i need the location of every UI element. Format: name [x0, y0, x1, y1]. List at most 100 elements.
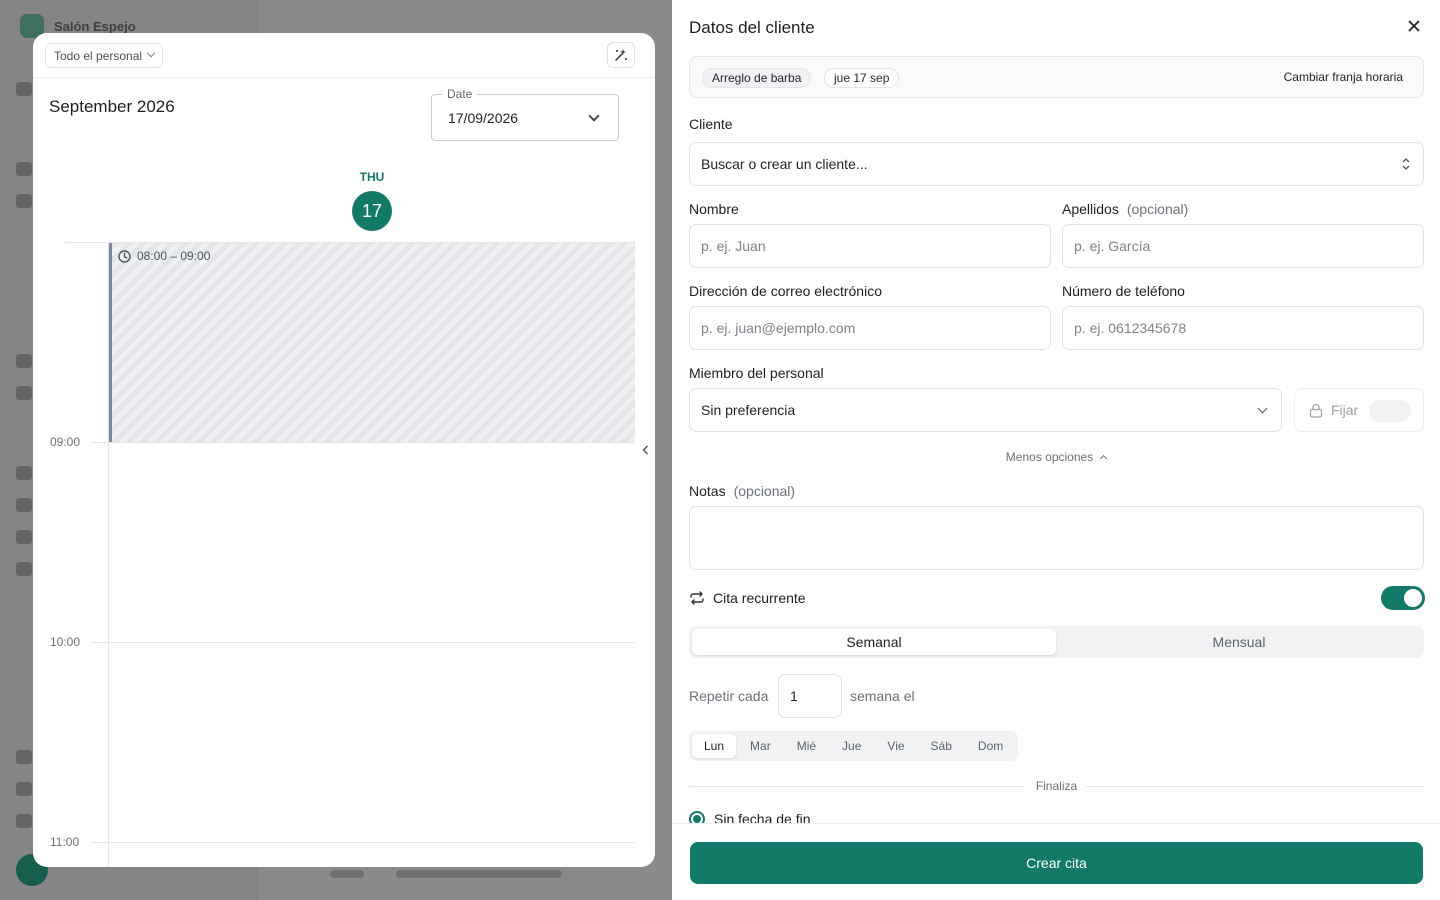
grid-tick [92, 642, 108, 643]
nav-icon [16, 814, 32, 828]
optional-hint: (opcional) [1126, 201, 1189, 217]
day-button-tue[interactable]: Mar [738, 734, 783, 758]
nav-icon [16, 82, 32, 96]
day-button-mon[interactable]: Lun [692, 734, 737, 758]
weekday-selector: Lun Mar Mié Jue Vie Sáb Dom [689, 731, 1019, 761]
last-name-input[interactable]: p. ej. García [1062, 224, 1424, 268]
tab-monthly[interactable]: Mensual [1057, 629, 1421, 655]
grid-line [108, 442, 635, 443]
ends-divider: Finaliza [689, 778, 1424, 794]
tab-weekly[interactable]: Semanal [692, 629, 1056, 655]
sparkle-button[interactable] [607, 42, 635, 68]
grid-line [108, 642, 635, 643]
client-search-placeholder: Buscar o crear un cliente... [701, 156, 868, 172]
day-weekday: THU [359, 170, 385, 184]
nav-icon [16, 750, 32, 764]
nav-icon [16, 354, 32, 368]
recurring-toggle[interactable] [1381, 586, 1425, 610]
day-button-fri[interactable]: Vie [875, 734, 916, 758]
repeat-interval-input[interactable]: 1 [778, 674, 842, 718]
month-title: September 2026 [49, 97, 175, 116]
notes-label: Notas (opcional) [689, 483, 795, 499]
chevron-down-icon [1257, 403, 1268, 414]
date-picker[interactable]: Date 17/09/2026 [431, 87, 619, 141]
divider [1086, 786, 1424, 787]
close-button[interactable] [1404, 16, 1424, 36]
notes-textarea[interactable] [689, 506, 1424, 570]
toggle-knob [1404, 589, 1422, 607]
close-icon [1408, 20, 1420, 32]
nav-icon [16, 386, 32, 400]
repeat-suffix: semana el [850, 688, 915, 704]
less-options-toggle[interactable]: Menos opciones [672, 450, 1440, 464]
nav-icon [16, 530, 32, 544]
day-button-thu[interactable]: Jue [830, 734, 873, 758]
calendar-panel: Todo el personal September 2026 Date 17/… [33, 33, 655, 867]
nav-icon [16, 194, 32, 208]
email-field[interactable]: p. ej. juan@ejemplo.com [689, 306, 1051, 350]
chevron-up-down-icon [1402, 158, 1410, 170]
optional-hint: (opcional) [733, 483, 796, 499]
last-name-label: Apellidos (opcional) [1062, 201, 1188, 217]
date-picker-value: 17/09/2026 [448, 110, 519, 126]
chevron-left-icon [642, 445, 648, 455]
background-text [330, 870, 364, 878]
grid-line [108, 842, 635, 843]
email-placeholder: p. ej. juan@ejemplo.com [701, 320, 856, 336]
pin-staff-control: Fijar [1294, 388, 1424, 432]
chevron-up-icon [1100, 454, 1108, 463]
day-button-wed[interactable]: Mié [785, 734, 828, 758]
first-name-input[interactable]: p. ej. Juan [689, 224, 1051, 268]
phone-field[interactable]: p. ej. 0612345678 [1062, 306, 1424, 350]
grid-tick [92, 842, 108, 843]
day-button-sun[interactable]: Dom [966, 734, 1015, 758]
client-search-select[interactable]: Buscar o crear un cliente... [689, 142, 1424, 186]
background-text [396, 870, 562, 878]
first-name-placeholder: p. ej. Juan [701, 238, 766, 254]
hour-label: 10:00 [50, 635, 81, 649]
nav-icon [16, 782, 32, 796]
recurrence-tabs: Semanal Mensual [689, 626, 1424, 658]
client-label: Cliente [689, 116, 733, 132]
repeat-icon [690, 591, 704, 605]
clock-icon [118, 249, 131, 263]
chevron-down-icon [588, 110, 600, 122]
staff-select[interactable]: Sin preferencia [689, 388, 1282, 432]
notes-label-text: Notas [689, 483, 726, 499]
sparkle-icon [615, 49, 627, 61]
day-button-sat[interactable]: Sáb [919, 734, 964, 758]
client-details-drawer: Datos del cliente Arreglo de barba jue 1… [672, 0, 1440, 900]
calendar-scrollbar[interactable] [635, 78, 655, 867]
pin-toggle[interactable] [1369, 400, 1411, 422]
create-appointment-button[interactable]: Crear cita [690, 842, 1423, 884]
recurring-row: Cita recurrente [689, 586, 1425, 610]
pin-label: Fijar [1331, 402, 1359, 418]
drawer-footer: Crear cita [672, 823, 1440, 900]
staff-select-value: Sin preferencia [701, 402, 796, 418]
first-name-label: Nombre [689, 201, 739, 217]
slot-time-text: 08:00 – 09:00 [137, 249, 211, 263]
selected-time-slot[interactable]: 08:00 – 09:00 [109, 243, 635, 442]
day-number[interactable]: 17 [352, 191, 392, 231]
staff-label: Miembro del personal [689, 365, 824, 381]
nav-icon [16, 498, 32, 512]
phone-label: Número de teléfono [1062, 283, 1185, 299]
staff-filter-label: Todo el personal [54, 48, 143, 63]
phone-placeholder: p. ej. 0612345678 [1074, 320, 1187, 336]
slot-time: 08:00 – 09:00 [118, 249, 210, 263]
repeat-prefix: Repetir cada [689, 688, 769, 704]
salon-name: Salón Espejo [54, 18, 136, 34]
date-picker-label: Date [442, 87, 478, 101]
time-grid: 09:00 10:00 11:00 08:00 – 09:00 [33, 242, 635, 867]
change-slot-link[interactable]: Cambiar franja horaria [1284, 70, 1403, 84]
lock-icon [1309, 403, 1323, 418]
email-label: Dirección de correo electrónico [689, 283, 882, 299]
date-chip: jue 17 sep [824, 68, 900, 88]
collapse-panel-button[interactable] [640, 443, 650, 457]
staff-filter-select[interactable]: Todo el personal [45, 43, 164, 68]
calendar-toolbar: Todo el personal [33, 33, 655, 78]
recurring-label: Cita recurrente [713, 590, 806, 606]
hour-label: 09:00 [50, 435, 81, 449]
less-options-label: Menos opciones [1005, 450, 1094, 464]
drawer-title: Datos del cliente [689, 18, 815, 37]
